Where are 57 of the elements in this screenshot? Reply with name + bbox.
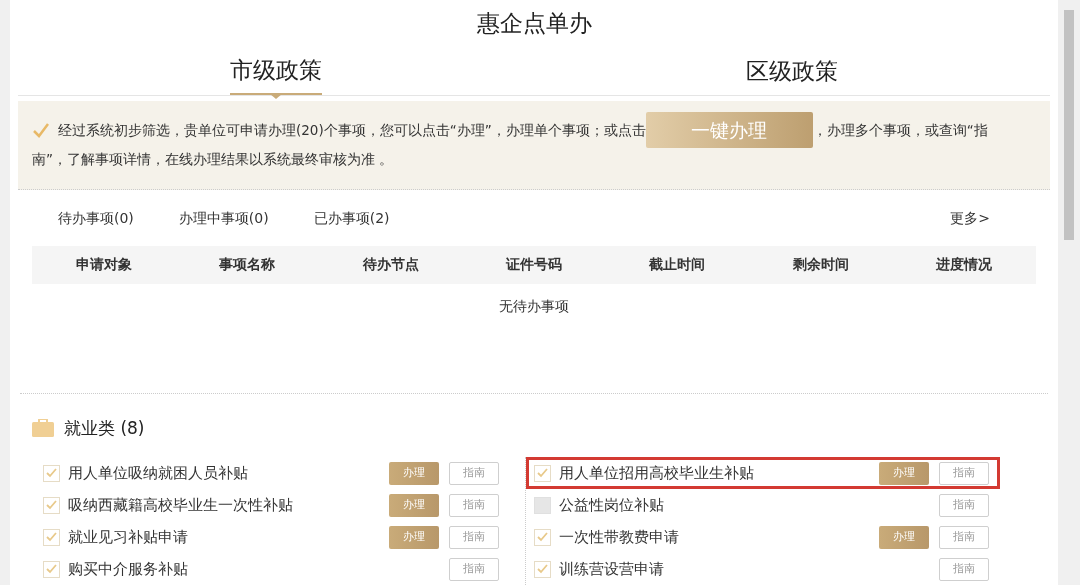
task-tab[interactable]: 待办事项(0) bbox=[58, 207, 134, 229]
policy-tab[interactable]: 区级政策 bbox=[746, 46, 838, 96]
task-tab[interactable]: 已办事项(2) bbox=[313, 207, 390, 229]
column-header: 剩余时间 bbox=[791, 255, 850, 275]
check-icon bbox=[537, 468, 548, 478]
checkbox[interactable] bbox=[43, 528, 60, 546]
handle-button[interactable]: 办理 bbox=[879, 461, 929, 485]
notice-text: 南”，了解事项详情，在线办理结果以系统最终审核为准 。 bbox=[32, 149, 394, 169]
briefcase-icon bbox=[32, 419, 54, 438]
guide-button[interactable]: 指南 bbox=[449, 461, 499, 485]
item-label: 训练营设营申请 bbox=[559, 558, 665, 580]
guide-button[interactable]: 指南 bbox=[449, 557, 499, 581]
handle-button[interactable]: 办理 bbox=[389, 525, 439, 549]
checkbox[interactable] bbox=[534, 528, 551, 546]
guide-button[interactable]: 指南 bbox=[939, 493, 989, 517]
check-icon bbox=[32, 122, 50, 139]
guide-button[interactable]: 指南 bbox=[939, 461, 989, 485]
guide-button[interactable]: 指南 bbox=[939, 525, 989, 549]
empty-message: 无待办事项 bbox=[499, 296, 569, 316]
guide-button[interactable]: 指南 bbox=[939, 557, 989, 581]
check-icon bbox=[537, 532, 548, 542]
category-title: 就业类 (8) bbox=[64, 416, 145, 440]
check-icon bbox=[46, 500, 57, 510]
notice-text: ，办理多个事项，或查询“指 bbox=[812, 120, 988, 140]
handle-button[interactable]: 办理 bbox=[389, 493, 439, 517]
checkbox[interactable] bbox=[43, 560, 60, 578]
handle-button[interactable]: 办理 bbox=[389, 461, 439, 485]
page-title: 惠企点单办 bbox=[476, 9, 592, 38]
item-label: 公益性岗位补贴 bbox=[559, 494, 665, 516]
checkbox[interactable] bbox=[43, 496, 60, 514]
column-header: 截止时间 bbox=[648, 255, 707, 275]
item-label: 就业见习补贴申请 bbox=[68, 526, 189, 548]
task-tab[interactable]: 办理中事项(0) bbox=[178, 207, 269, 229]
column-header: 待办节点 bbox=[361, 255, 420, 275]
checkbox[interactable] bbox=[534, 464, 551, 482]
column-header: 证件号码 bbox=[505, 255, 563, 275]
notice-text: 经过系统初步筛选，贵单位可申请办理(20)个事项，您可以点击“办理”，办理单个事项；或点击 bbox=[58, 120, 646, 140]
check-icon bbox=[46, 532, 57, 542]
handle-button[interactable]: 办理 bbox=[879, 525, 929, 549]
check-icon bbox=[46, 564, 57, 574]
checkbox[interactable] bbox=[534, 496, 551, 514]
column-header: 事项名称 bbox=[218, 255, 277, 275]
item-label: 购买中介服务补贴 bbox=[68, 558, 189, 580]
guide-button[interactable]: 指南 bbox=[449, 493, 499, 517]
one-click-button[interactable]: 一键办理 bbox=[645, 112, 813, 149]
checkbox[interactable] bbox=[43, 464, 60, 482]
item-label: 吸纳西藏籍高校毕业生一次性补贴 bbox=[68, 494, 294, 516]
check-icon bbox=[46, 468, 57, 478]
column-header: 进度情况 bbox=[935, 255, 994, 275]
checkbox[interactable] bbox=[534, 560, 551, 578]
item-label: 一次性带教费申请 bbox=[559, 526, 680, 548]
item-label: 用人单位吸纳就困人员补贴 bbox=[68, 462, 249, 484]
item-label: 用人单位招用高校毕业生补贴 bbox=[559, 462, 755, 484]
guide-button[interactable]: 指南 bbox=[449, 525, 499, 549]
column-header: 申请对象 bbox=[74, 255, 133, 275]
more-link[interactable]: 更多> bbox=[950, 207, 990, 229]
check-icon bbox=[537, 564, 548, 574]
